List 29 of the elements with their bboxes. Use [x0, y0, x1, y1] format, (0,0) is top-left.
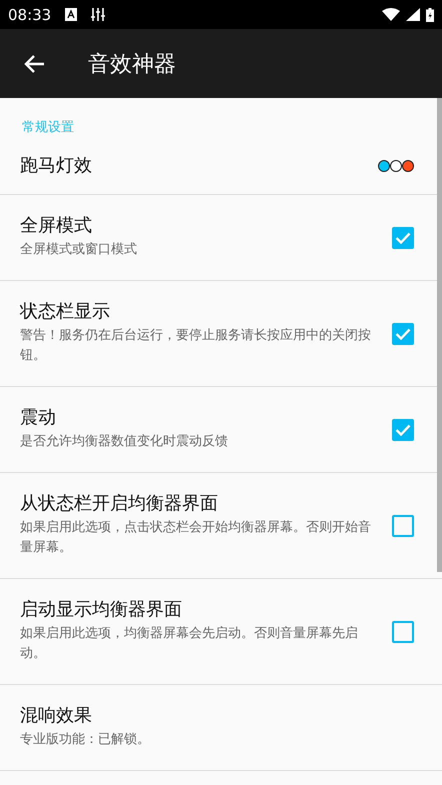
preference-title: 跑马灯效: [20, 155, 93, 177]
preference-title: 混响效果: [20, 705, 93, 727]
preference-summary: 警告！服务仍在后台运行，要停止服务请长按应用中的关闭按钮。: [20, 327, 372, 365]
notification-icon: [65, 8, 78, 21]
preference-summary: 专业版功能：已解锁。: [20, 731, 151, 749]
check-icon: [395, 424, 411, 436]
preference-summary: 如果启用此选项，均衡器屏幕会先启动。否则音量屏幕先启动。: [20, 625, 359, 663]
battery-icon: [426, 8, 434, 22]
preference-title: 状态栏显示: [20, 301, 111, 323]
preference-title: 全屏模式: [20, 215, 93, 237]
checkbox[interactable]: [392, 322, 414, 344]
app-title: 音效神器: [88, 50, 176, 78]
preference-title: 启动显示均衡器界面: [20, 599, 183, 621]
preference-summary: 全屏模式或窗口模式: [20, 241, 138, 259]
preference-title: 从状态栏开启均衡器界面: [20, 493, 219, 515]
checkbox[interactable]: [392, 226, 414, 248]
wifi-icon: [382, 8, 400, 21]
signal-icon: [406, 8, 420, 21]
check-icon: [395, 232, 411, 244]
checkbox[interactable]: [392, 514, 414, 536]
category-header: 常规设置: [22, 119, 75, 136]
checkbox[interactable]: [392, 620, 414, 642]
preference-title: 震动: [20, 407, 57, 429]
status-time: 08:33: [8, 6, 52, 24]
equalizer-icon: [91, 8, 106, 21]
preference-summary: 是否允许均衡器数值变化时震动反馈: [20, 433, 229, 451]
checkbox[interactable]: [392, 418, 414, 440]
check-icon: [395, 328, 411, 340]
preference-summary: 如果启用此选项，点击状态栏会开始均衡器屏幕。否则开始音量屏幕。: [20, 519, 372, 557]
